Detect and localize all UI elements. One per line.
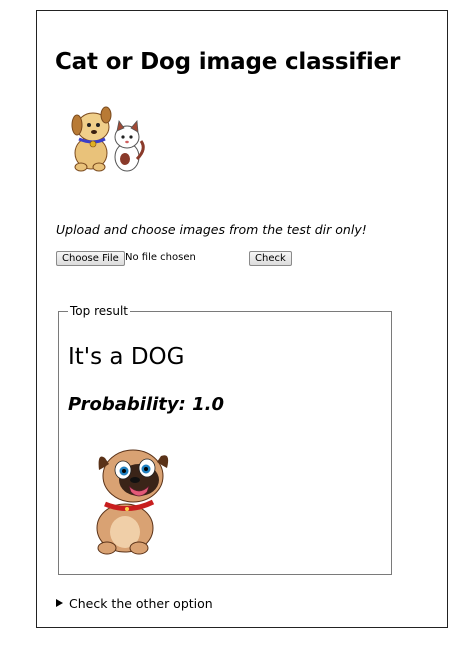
classifier-card: Cat or Dog image classifier Upload and c… [36, 10, 448, 628]
pug-result-image [96, 449, 169, 555]
disclosure-triangle-icon [56, 599, 63, 607]
check-button[interactable]: Check [249, 251, 292, 266]
top-result-fieldset: Top result It's a DOG Probability: 1.0 [58, 304, 392, 575]
choose-file-button[interactable]: Choose File [56, 251, 125, 266]
file-status-text: No file chosen [125, 252, 196, 263]
upload-row: Choose File No file chosen Check [56, 251, 416, 267]
other-option-toggle[interactable]: Check the other option [56, 596, 213, 611]
probability-label: Probability: [68, 394, 186, 415]
page-title: Cat or Dog image classifier [55, 49, 401, 75]
instructions-text: Upload and choose images from the test d… [56, 222, 367, 237]
other-option-label: Check the other option [69, 596, 213, 611]
probability-text: Probability: 1.0 [68, 394, 224, 415]
result-heading: It's a DOG [68, 344, 185, 370]
cat-dog-hero-image [71, 106, 145, 172]
probability-value: 1.0 [192, 394, 225, 415]
top-result-legend: Top result [68, 304, 131, 318]
